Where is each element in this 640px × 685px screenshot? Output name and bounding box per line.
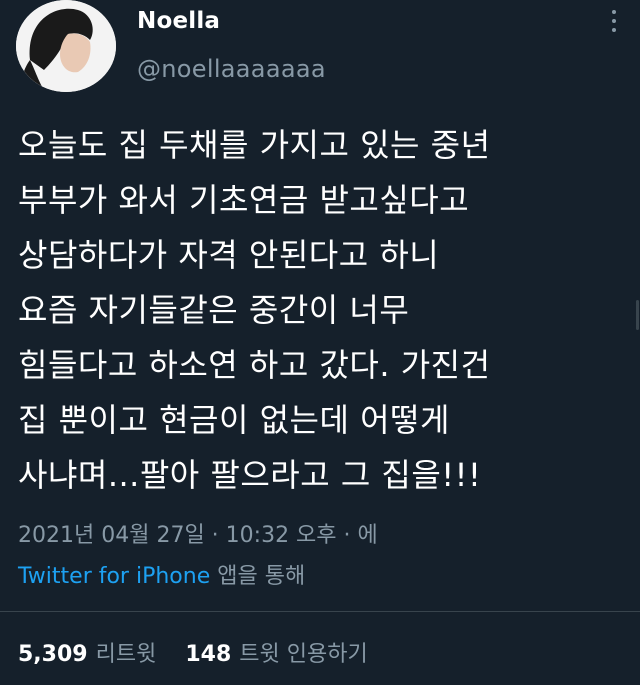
quote-tweets-label: 트윗 인용하기 bbox=[239, 642, 368, 667]
tweet-text-line: 사냐며...팔아 팔으라고 그 집을!!! bbox=[18, 456, 482, 494]
more-options-icon[interactable] bbox=[610, 10, 618, 38]
avatar[interactable] bbox=[16, 0, 116, 92]
retweets-count: 5,309 bbox=[18, 642, 88, 667]
tweet-text-line: 상담하다가 자격 안된다고 하니 bbox=[18, 236, 440, 274]
tweet-text-line: 요즘 자기들같은 중간이 너무 bbox=[18, 291, 410, 329]
display-name[interactable]: Noella bbox=[137, 8, 220, 34]
tweet-text-line: 힘들다고 하소연 하고 갔다. 가진건 bbox=[18, 346, 491, 384]
tweet-timestamp[interactable]: 2021년 04월 27일 · 10:32 오후 · 에 bbox=[18, 517, 378, 549]
tweet-text-line: 부부가 와서 기초연금 받고싶다고 bbox=[18, 181, 470, 219]
source-link[interactable]: Twitter for iPhone bbox=[18, 564, 210, 589]
quote-tweets-count: 148 bbox=[185, 642, 232, 667]
avatar-photo bbox=[16, 0, 116, 92]
tweet-stats: 5,309 리트윗 148 트윗 인용하기 bbox=[18, 636, 368, 668]
tweet-text-line: 집 뿐이고 현금이 없는데 어떻게 bbox=[18, 401, 450, 439]
tweet-detail: Noella @noellaaaaaaa 오늘도 집 두채를 가지고 있는 중년… bbox=[0, 0, 640, 685]
retweets-stat[interactable]: 5,309 리트윗 bbox=[18, 636, 156, 668]
user-handle[interactable]: @noellaaaaaaa bbox=[137, 55, 326, 83]
tweet-source: Twitter for iPhone 앱을 통해 bbox=[18, 558, 305, 590]
tweet-text-line: 오늘도 집 두채를 가지고 있는 중년 bbox=[18, 126, 491, 164]
quote-tweets-stat[interactable]: 148 트윗 인용하기 bbox=[185, 636, 367, 668]
scrollbar[interactable] bbox=[636, 300, 639, 330]
retweets-label: 리트윗 bbox=[95, 642, 157, 667]
source-suffix: 앱을 통해 bbox=[210, 564, 306, 589]
tweet-text: 오늘도 집 두채를 가지고 있는 중년 부부가 와서 기초연금 받고싶다고 상담… bbox=[18, 118, 628, 503]
divider bbox=[0, 611, 640, 612]
